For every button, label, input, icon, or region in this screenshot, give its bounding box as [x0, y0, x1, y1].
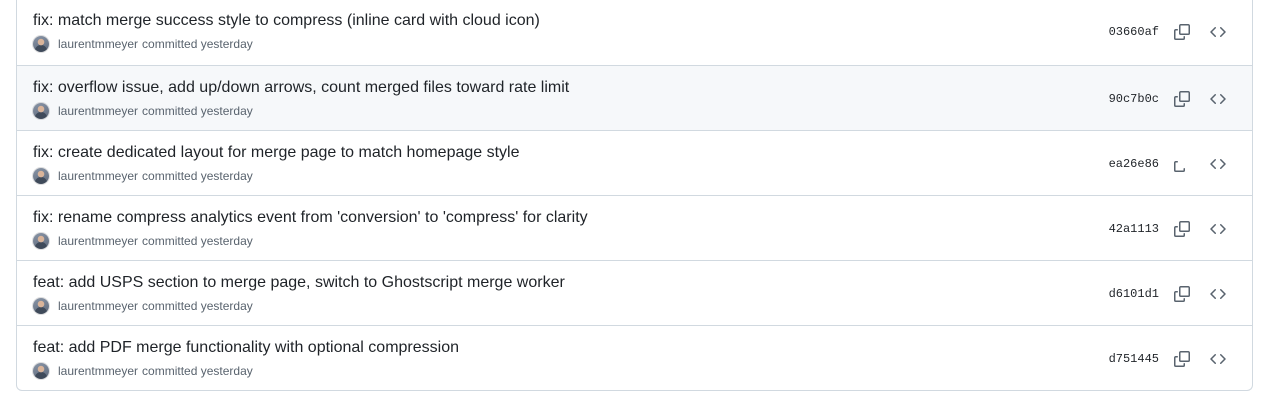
copy-sha-button[interactable]: [1170, 20, 1194, 44]
commit-row: fix: overflow issue, add up/down arrows,…: [17, 65, 1252, 130]
commit-time: yesterday: [200, 169, 253, 183]
commit-list: fix: match merge success style to compre…: [16, 0, 1253, 391]
commit-meta: laurentmmeyer committed yesterday: [33, 298, 253, 314]
commit-time: yesterday: [200, 364, 253, 378]
commit-action: committed: [142, 169, 198, 183]
commit-row: fix: create dedicated layout for merge p…: [17, 130, 1252, 195]
browse-repo-button[interactable]: [1206, 347, 1230, 371]
commit-author[interactable]: laurentmmeyer: [58, 234, 138, 248]
copy-icon: [1174, 286, 1190, 302]
commit-row: feat: add USPS section to merge page, sw…: [17, 260, 1252, 325]
commit-meta: laurentmmeyer committed yesterday: [33, 36, 253, 52]
copy-icon: [1174, 221, 1190, 237]
commit-author[interactable]: laurentmmeyer: [58, 364, 138, 378]
code-icon: [1210, 159, 1226, 169]
commit-row: fix: match merge success style to compre…: [17, 0, 1252, 65]
copy-sha-button[interactable]: [1170, 282, 1194, 306]
commit-sha[interactable]: 03660af: [1109, 24, 1159, 40]
browse-repo-button[interactable]: [1206, 282, 1230, 306]
code-icon: [1210, 289, 1226, 299]
commit-author[interactable]: laurentmmeyer: [58, 104, 138, 118]
avatar[interactable]: [33, 363, 49, 379]
commit-title[interactable]: fix: rename compress analytics event fro…: [33, 207, 588, 229]
copy-sha-button[interactable]: [1170, 217, 1194, 241]
avatar[interactable]: [33, 103, 49, 119]
commit-sha[interactable]: ea26e86: [1109, 156, 1159, 172]
commit-time: yesterday: [200, 299, 253, 313]
commit-action: committed: [142, 104, 198, 118]
commit-meta: laurentmmeyer committed yesterday: [33, 233, 253, 249]
commit-time: yesterday: [200, 37, 253, 51]
commit-meta: laurentmmeyer committed yesterday: [33, 363, 253, 379]
copy-icon: [1174, 24, 1190, 40]
commit-title[interactable]: fix: match merge success style to compre…: [33, 10, 540, 32]
commit-author[interactable]: laurentmmeyer: [58, 37, 138, 51]
browse-repo-button[interactable]: [1206, 217, 1230, 241]
commit-row: fix: rename compress analytics event fro…: [17, 195, 1252, 260]
commit-title[interactable]: fix: create dedicated layout for merge p…: [33, 142, 520, 164]
commit-sha[interactable]: 90c7b0c: [1109, 91, 1159, 107]
commit-title[interactable]: fix: overflow issue, add up/down arrows,…: [33, 77, 569, 99]
commit-time: yesterday: [200, 104, 253, 118]
copy-sha-button[interactable]: [1170, 152, 1194, 176]
avatar[interactable]: [33, 36, 49, 52]
commit-title[interactable]: feat: add PDF merge functionality with o…: [33, 337, 459, 359]
avatar[interactable]: [33, 233, 49, 249]
code-icon: [1210, 27, 1226, 37]
avatar[interactable]: [33, 168, 49, 184]
code-icon: [1210, 224, 1226, 234]
commit-action: committed: [142, 234, 198, 248]
commit-time: yesterday: [200, 234, 253, 248]
commit-title[interactable]: feat: add USPS section to merge page, sw…: [33, 272, 565, 294]
browse-repo-button[interactable]: [1206, 152, 1230, 176]
commit-action: committed: [142, 364, 198, 378]
browse-repo-button[interactable]: [1206, 20, 1230, 44]
commit-row: feat: add PDF merge functionality with o…: [17, 325, 1252, 390]
commit-author[interactable]: laurentmmeyer: [58, 169, 138, 183]
commit-author[interactable]: laurentmmeyer: [58, 299, 138, 313]
commit-meta: laurentmmeyer committed yesterday: [33, 103, 253, 119]
commit-sha[interactable]: d751445: [1109, 351, 1159, 367]
commit-action: committed: [142, 37, 198, 51]
commit-sha[interactable]: 42a1113: [1109, 221, 1159, 237]
copy-sha-button[interactable]: [1170, 347, 1194, 371]
commit-meta: laurentmmeyer committed yesterday: [33, 168, 253, 184]
copy-icon: [1174, 351, 1190, 367]
commit-sha[interactable]: d6101d1: [1109, 286, 1159, 302]
avatar[interactable]: [33, 298, 49, 314]
code-icon: [1210, 94, 1226, 104]
copy-icon: [1174, 157, 1185, 172]
browse-repo-button[interactable]: [1206, 87, 1230, 111]
code-icon: [1210, 354, 1226, 364]
copy-icon: [1174, 91, 1190, 107]
copy-sha-button[interactable]: [1170, 87, 1194, 111]
commit-action: committed: [142, 299, 198, 313]
